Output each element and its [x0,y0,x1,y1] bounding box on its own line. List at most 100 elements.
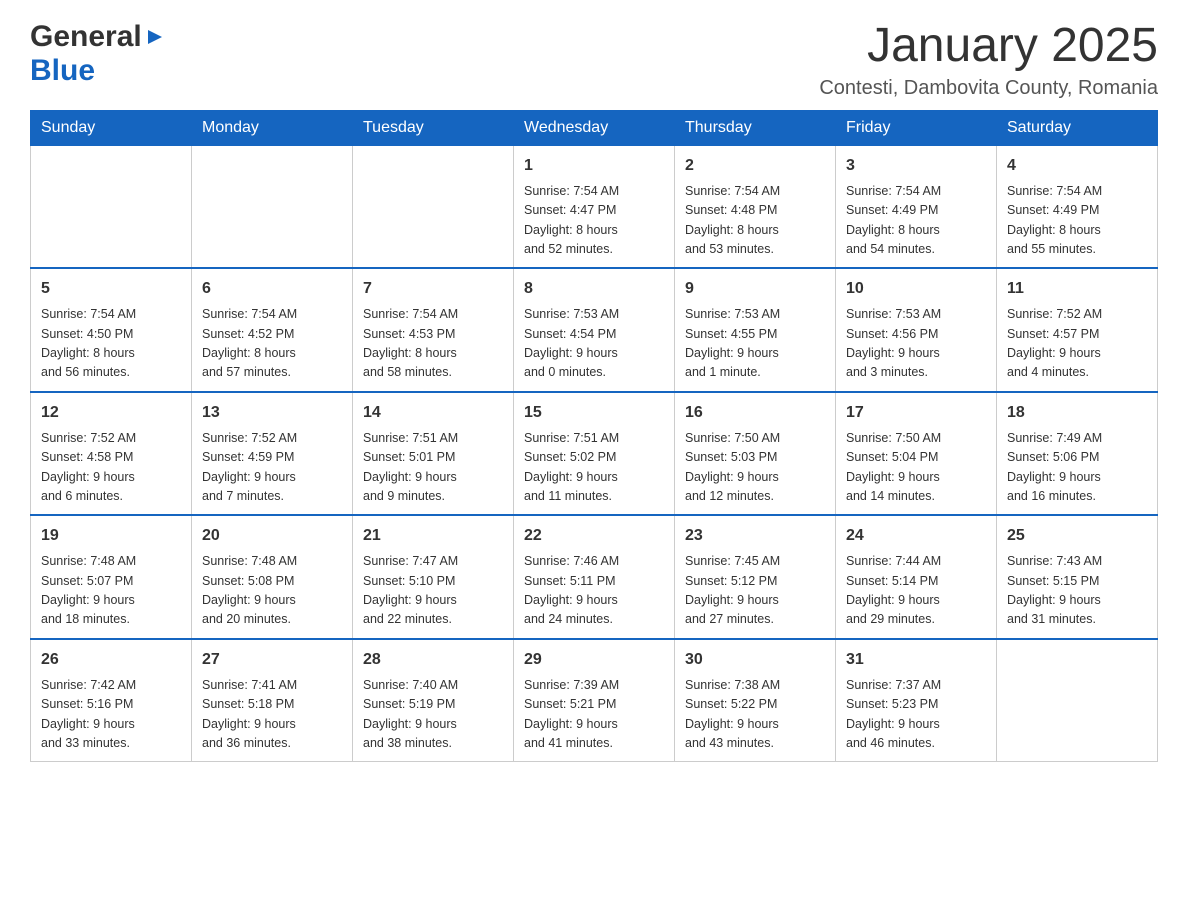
calendar-cell: 9Sunrise: 7:53 AM Sunset: 4:55 PM Daylig… [675,268,836,392]
day-info: Sunrise: 7:52 AM Sunset: 4:57 PM Dayligh… [1007,305,1147,383]
logo: General Blue [30,20,166,88]
page-header: General Blue January 2025 Contesti, Damb… [30,20,1158,100]
day-info: Sunrise: 7:54 AM Sunset: 4:48 PM Dayligh… [685,182,825,260]
calendar-cell [353,145,514,268]
day-number: 20 [202,524,342,548]
calendar-cell [192,145,353,268]
calendar-cell: 1Sunrise: 7:54 AM Sunset: 4:47 PM Daylig… [514,145,675,268]
calendar-cell: 26 Sunrise: 7:42 AM Sunset: 5:16 PM Dayli… [31,639,192,762]
calendar-cell: 14 Sunrise: 7:51 AM Sunset: 5:01 PM Dayli… [353,392,514,516]
day-info: Sunrise: 7:45 AM Sunset: 5:12 PM Dayligh… [685,552,825,630]
calendar-cell: 13 Sunrise: 7:52 AM Sunset: 4:59 PM Dayli… [192,392,353,516]
calendar-cell: 4 Sunrise: 7:54 AM Sunset: 4:49 PM Daylig… [997,145,1158,268]
day-number: 1 [524,154,664,178]
day-number: 10 [846,277,986,301]
day-number: 27 [202,648,342,672]
calendar-cell: 7 Sunrise: 7:54 AM Sunset: 4:53 PM Daylig… [353,268,514,392]
day-info: Sunrise: 7:37 AM Sunset: 5:23 PM Dayligh… [846,676,986,754]
day-info: Sunrise: 7:46 AM Sunset: 5:11 PM Dayligh… [524,552,664,630]
day-info: Sunrise: 7:48 AM Sunset: 5:07 PM Dayligh… [41,552,181,630]
day-info: Sunrise: 7:51 AM Sunset: 5:02 PM Dayligh… [524,429,664,507]
day-number: 12 [41,401,181,425]
day-info: Sunrise: 7:54 AM Sunset: 4:50 PM Dayligh… [41,305,181,383]
calendar-cell: 22Sunrise: 7:46 AM Sunset: 5:11 PM Dayli… [514,515,675,639]
day-number: 30 [685,648,825,672]
day-of-week-header: Thursday [675,110,836,145]
calendar-cell: 8 Sunrise: 7:53 AM Sunset: 4:54 PM Daylig… [514,268,675,392]
day-info: Sunrise: 7:47 AM Sunset: 5:10 PM Dayligh… [363,552,503,630]
calendar-cell: 18Sunrise: 7:49 AM Sunset: 5:06 PM Dayli… [997,392,1158,516]
day-of-week-header: Monday [192,110,353,145]
day-number: 19 [41,524,181,548]
day-of-week-header: Saturday [997,110,1158,145]
calendar-week-row: 12 Sunrise: 7:52 AM Sunset: 4:58 PM Dayli… [31,392,1158,516]
calendar-cell: 10Sunrise: 7:53 AM Sunset: 4:56 PM Dayli… [836,268,997,392]
day-number: 14 [363,401,503,425]
day-number: 21 [363,524,503,548]
calendar-cell: 28 Sunrise: 7:40 AM Sunset: 5:19 PM Dayli… [353,639,514,762]
day-info: Sunrise: 7:54 AM Sunset: 4:53 PM Dayligh… [363,305,503,383]
day-info: Sunrise: 7:52 AM Sunset: 4:59 PM Dayligh… [202,429,342,507]
day-of-week-header: Sunday [31,110,192,145]
day-info: Sunrise: 7:50 AM Sunset: 5:03 PM Dayligh… [685,429,825,507]
calendar-week-row: 1Sunrise: 7:54 AM Sunset: 4:47 PM Daylig… [31,145,1158,268]
calendar-cell [997,639,1158,762]
day-number: 8 [524,277,664,301]
logo-blue-text: Blue [30,54,95,88]
day-number: 13 [202,401,342,425]
day-number: 26 [41,648,181,672]
calendar-cell: 12 Sunrise: 7:52 AM Sunset: 4:58 PM Dayli… [31,392,192,516]
day-info: Sunrise: 7:50 AM Sunset: 5:04 PM Dayligh… [846,429,986,507]
calendar-cell: 25 Sunrise: 7:43 AM Sunset: 5:15 PM Dayli… [997,515,1158,639]
day-number: 17 [846,401,986,425]
day-number: 24 [846,524,986,548]
day-info: Sunrise: 7:43 AM Sunset: 5:15 PM Dayligh… [1007,552,1147,630]
day-of-week-header: Friday [836,110,997,145]
calendar-cell: 11 Sunrise: 7:52 AM Sunset: 4:57 PM Dayli… [997,268,1158,392]
day-info: Sunrise: 7:44 AM Sunset: 5:14 PM Dayligh… [846,552,986,630]
calendar-cell [31,145,192,268]
day-info: Sunrise: 7:52 AM Sunset: 4:58 PM Dayligh… [41,429,181,507]
calendar-cell: 29Sunrise: 7:39 AM Sunset: 5:21 PM Dayli… [514,639,675,762]
logo-general-text: General [30,20,142,54]
calendar-cell: 31 Sunrise: 7:37 AM Sunset: 5:23 PM Dayli… [836,639,997,762]
day-info: Sunrise: 7:48 AM Sunset: 5:08 PM Dayligh… [202,552,342,630]
calendar-cell: 21 Sunrise: 7:47 AM Sunset: 5:10 PM Dayli… [353,515,514,639]
calendar-cell: 19 Sunrise: 7:48 AM Sunset: 5:07 PM Dayli… [31,515,192,639]
day-number: 16 [685,401,825,425]
calendar-cell: 30 Sunrise: 7:38 AM Sunset: 5:22 PM Dayli… [675,639,836,762]
calendar-cell: 15Sunrise: 7:51 AM Sunset: 5:02 PM Dayli… [514,392,675,516]
day-number: 28 [363,648,503,672]
day-info: Sunrise: 7:38 AM Sunset: 5:22 PM Dayligh… [685,676,825,754]
day-number: 5 [41,277,181,301]
day-number: 25 [1007,524,1147,548]
title-section: January 2025 Contesti, Dambovita County,… [819,20,1158,100]
day-number: 4 [1007,154,1147,178]
day-info: Sunrise: 7:41 AM Sunset: 5:18 PM Dayligh… [202,676,342,754]
calendar-header-row: SundayMondayTuesdayWednesdayThursdayFrid… [31,110,1158,145]
calendar-cell: 6Sunrise: 7:54 AM Sunset: 4:52 PM Daylig… [192,268,353,392]
day-info: Sunrise: 7:53 AM Sunset: 4:54 PM Dayligh… [524,305,664,383]
day-info: Sunrise: 7:42 AM Sunset: 5:16 PM Dayligh… [41,676,181,754]
day-info: Sunrise: 7:40 AM Sunset: 5:19 PM Dayligh… [363,676,503,754]
calendar-cell: 5 Sunrise: 7:54 AM Sunset: 4:50 PM Daylig… [31,268,192,392]
day-number: 29 [524,648,664,672]
calendar-cell: 24 Sunrise: 7:44 AM Sunset: 5:14 PM Dayli… [836,515,997,639]
day-of-week-header: Wednesday [514,110,675,145]
calendar-week-row: 19 Sunrise: 7:48 AM Sunset: 5:07 PM Dayli… [31,515,1158,639]
calendar-cell: 17 Sunrise: 7:50 AM Sunset: 5:04 PM Dayli… [836,392,997,516]
calendar-cell: 23 Sunrise: 7:45 AM Sunset: 5:12 PM Dayli… [675,515,836,639]
day-number: 11 [1007,277,1147,301]
calendar-cell: 27 Sunrise: 7:41 AM Sunset: 5:18 PM Dayli… [192,639,353,762]
day-info: Sunrise: 7:54 AM Sunset: 4:49 PM Dayligh… [1007,182,1147,260]
day-number: 23 [685,524,825,548]
month-title: January 2025 [819,20,1158,73]
calendar-cell: 3Sunrise: 7:54 AM Sunset: 4:49 PM Daylig… [836,145,997,268]
day-number: 3 [846,154,986,178]
day-number: 31 [846,648,986,672]
day-number: 6 [202,277,342,301]
logo-arrow-icon [144,26,166,48]
day-info: Sunrise: 7:51 AM Sunset: 5:01 PM Dayligh… [363,429,503,507]
day-number: 7 [363,277,503,301]
calendar-cell: 20 Sunrise: 7:48 AM Sunset: 5:08 PM Dayli… [192,515,353,639]
